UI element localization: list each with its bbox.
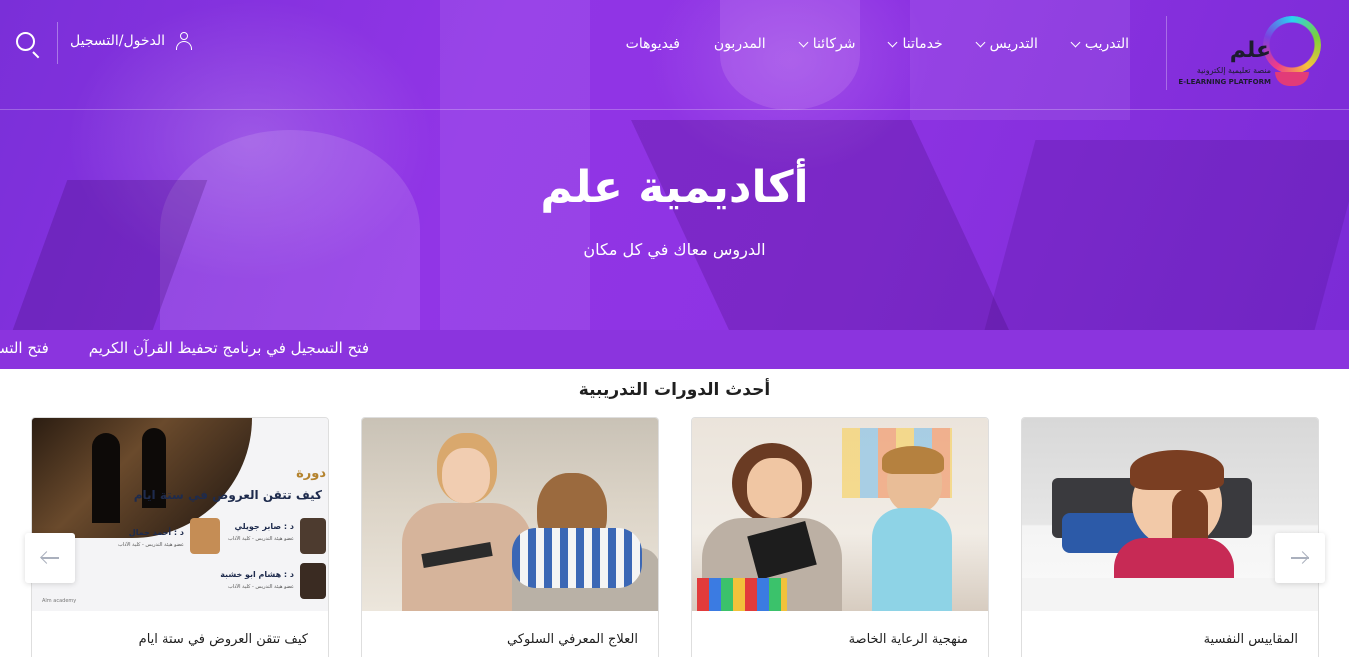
chevron-down-icon <box>888 37 898 47</box>
chevron-down-icon <box>798 37 809 47</box>
user-icon <box>175 32 193 50</box>
trainer-name: د : أحمد جمال <box>128 528 184 537</box>
trainer-role: عضو هيئة التدريس - كلية الآداب <box>117 542 184 548</box>
logo-wordmark: علم <box>1229 38 1271 63</box>
carousel-prev-button[interactable] <box>25 533 75 583</box>
menu-item-trainers[interactable]: المدربون <box>714 36 766 52</box>
course-carousel: المقاييس النفسية منهجية الرعاية الخاصة ا <box>31 417 1321 657</box>
course-poster: دورة كيف تتقن العروض في ستة ايام د : صاب… <box>32 418 328 611</box>
trainer-avatar <box>300 518 326 554</box>
course-card[interactable]: منهجية الرعاية الخاصة <box>691 417 989 657</box>
login-register-label: الدخول/التسجيل <box>70 33 166 49</box>
trainer-name: د : هشام ابو خشبة <box>220 570 294 579</box>
menu-item-label: خدماتنا <box>902 36 943 52</box>
course-title: منهجية الرعاية الخاصة <box>848 632 968 647</box>
trainer-role: عضو هيئة التدريس - كلية الآداب <box>227 584 294 590</box>
top-navigation: علم منصة تعليمية إلكترونية E-LEARNING PL… <box>0 0 1349 110</box>
trainer-role: عضو هيئة التدريس - كلية الآداب <box>227 536 294 542</box>
ticker-track: فتح التسجيل في برنامج تحفيظ القرآن الكري… <box>0 339 369 357</box>
trainer-avatar <box>300 563 326 599</box>
nav-divider <box>57 22 58 64</box>
poster-footer: Alm academy <box>42 598 77 604</box>
search-icon[interactable] <box>16 32 40 59</box>
menu-item-training[interactable]: التدريب <box>1070 36 1129 52</box>
menu-item-label: المدربون <box>713 36 766 52</box>
hero-banner: علم منصة تعليمية إلكترونية E-LEARNING PL… <box>0 0 1349 330</box>
trainer-name: د : صابر جويلي <box>234 522 294 531</box>
hero-background-book-2 <box>631 120 1009 330</box>
course-image <box>1022 418 1318 611</box>
menu-item-label: التدريس <box>989 36 1038 52</box>
hero-title: أكاديمية علم <box>540 162 809 213</box>
chevron-down-icon <box>1070 37 1081 47</box>
course-card[interactable]: دورة كيف تتقن العروض في ستة ايام د : صاب… <box>31 417 329 657</box>
course-title: العلاج المعرفي السلوكي <box>506 632 638 647</box>
trainer-avatar <box>190 518 220 554</box>
section-title: أحدث الدورات التدريبية <box>578 380 771 400</box>
ticker-item[interactable]: فتح التسجيل في برنامج تحفيظ القرآن الكري… <box>89 339 369 357</box>
brand-logo[interactable]: علم منصة تعليمية إلكترونية E-LEARNING PL… <box>1166 16 1321 90</box>
menu-item-label: شركائنا <box>812 36 856 52</box>
news-ticker: فتح التسجيل في برنامج تحفيظ القرآن الكري… <box>0 330 1349 369</box>
logo-bulb-base <box>1275 72 1309 86</box>
course-image <box>362 418 658 611</box>
hero-subtitle: الدروس معاك في كل مكان <box>583 240 766 259</box>
carousel-next-button[interactable] <box>1275 533 1325 583</box>
course-title: المقاييس النفسية <box>1203 632 1298 647</box>
poster-subheading: كيف تتقن العروض في ستة ايام <box>133 488 322 502</box>
menu-item-videos[interactable]: فيديوهات <box>626 36 680 52</box>
menu-item-label: التدريب <box>1084 36 1129 52</box>
hero-background-photo <box>160 130 420 330</box>
course-card[interactable]: العلاج المعرفي السلوكي <box>361 417 659 657</box>
course-image <box>692 418 988 611</box>
poster-heading: دورة <box>296 466 326 481</box>
menu-item-services[interactable]: خدماتنا <box>888 36 943 52</box>
logo-tagline-en: E-LEARNING PLATFORM <box>1178 78 1271 86</box>
ticker-item[interactable]: فتح التسجيل في برنامج تحفيظ القرآن الكري… <box>0 339 49 357</box>
logo-tagline-ar: منصة تعليمية إلكترونية <box>1196 66 1271 75</box>
menu-item-label: فيديوهات <box>625 36 680 52</box>
main-menu: التدريب التدريس خدماتنا شركائنا المدربون… <box>626 32 1129 56</box>
chevron-down-icon <box>975 37 986 47</box>
logo-bulb-icon <box>1263 16 1321 74</box>
course-title: كيف تتقن العروض في ستة ايام <box>138 632 308 647</box>
login-register-link[interactable]: الدخول/التسجيل <box>70 32 193 50</box>
menu-item-teaching[interactable]: التدريس <box>975 36 1038 52</box>
menu-item-partners[interactable]: شركائنا <box>798 36 856 52</box>
